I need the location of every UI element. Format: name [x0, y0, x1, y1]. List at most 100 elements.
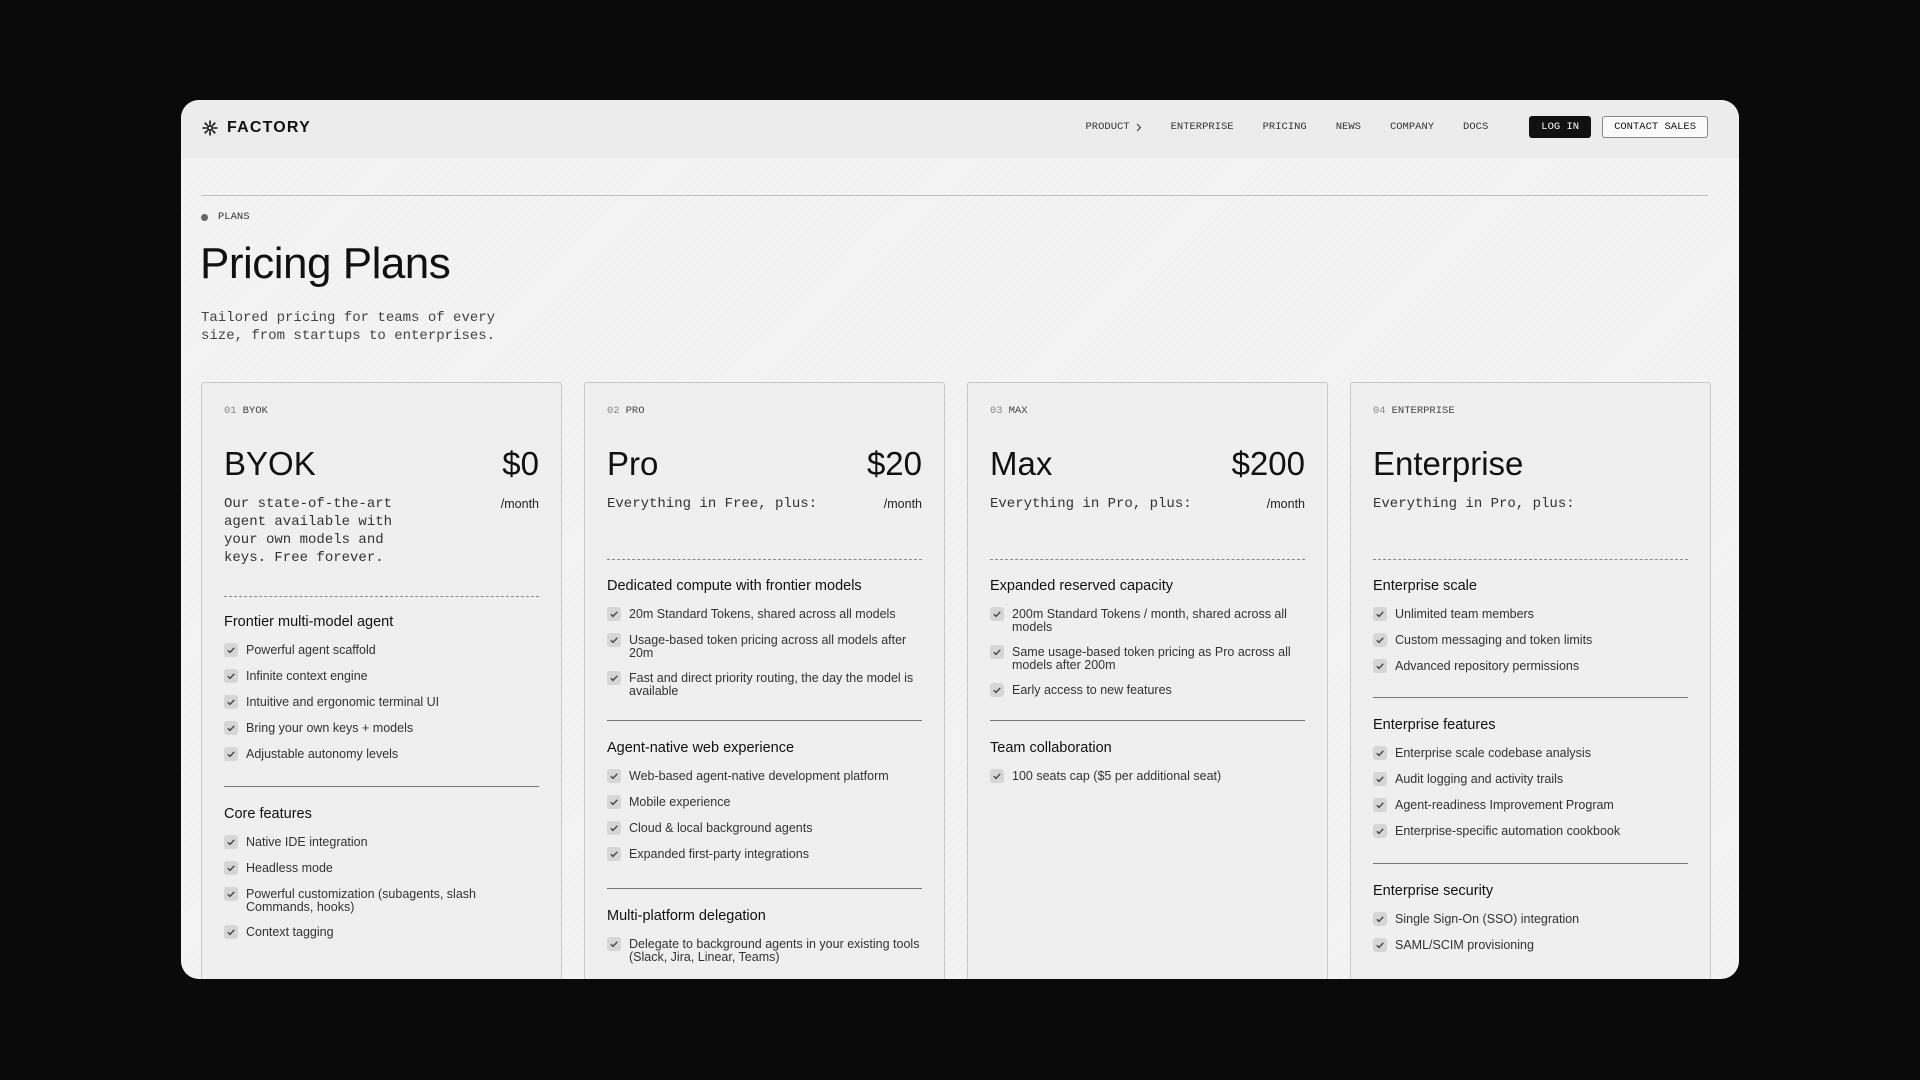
nav-pricing[interactable]: PRICING	[1263, 121, 1307, 133]
dashed-divider	[607, 559, 922, 560]
feature-text: Context tagging	[246, 925, 334, 939]
checkmark-icon	[607, 671, 621, 685]
checkmark-icon	[224, 861, 238, 875]
nav-docs[interactable]: DOCS	[1463, 121, 1488, 133]
plan-period: /month	[1266, 497, 1305, 511]
plan-name: Max	[990, 445, 1053, 482]
checkmark-icon	[224, 887, 238, 901]
nav-news[interactable]: NEWS	[1336, 121, 1361, 133]
contact-sales-button[interactable]: CONTACT SALES	[1602, 116, 1708, 138]
section-divider	[607, 720, 922, 721]
section-divider	[1373, 863, 1688, 864]
checkmark-icon	[1373, 938, 1387, 952]
section-divider	[990, 720, 1305, 721]
feature-item: Agent-readiness Improvement Program	[1373, 798, 1688, 812]
feature-section: Multi-platform delegation Delegate to bac…	[607, 908, 922, 976]
chevron-right-icon	[1136, 123, 1141, 131]
feature-text: Cloud & local background agents	[629, 821, 813, 835]
section-title: Expanded reserved capacity	[990, 578, 1173, 594]
checkmark-icon	[607, 795, 621, 809]
checkmark-icon	[224, 695, 238, 709]
feature-item: Unlimited team members	[1373, 607, 1688, 621]
checkmark-icon	[1373, 746, 1387, 760]
plan-description: Everything in Free, plus:	[607, 496, 818, 512]
feature-item: Headless mode	[224, 861, 539, 875]
feature-item: Fast and direct priority routing, the da…	[607, 671, 922, 697]
feature-text: Agent-readiness Improvement Program	[1395, 798, 1614, 812]
plan-price: $0	[502, 445, 539, 482]
feature-item: Cloud & local background agents	[607, 821, 922, 835]
plan-number: 03	[990, 405, 1003, 417]
feature-text: Adjustable autonomy levels	[246, 747, 399, 761]
feature-text: Enterprise scale codebase analysis	[1395, 746, 1591, 760]
feature-item: 20m Standard Tokens, shared across all m…	[607, 607, 922, 621]
feature-text: Delegate to background agents in your ex…	[629, 937, 920, 964]
checkmark-icon	[607, 847, 621, 861]
checkmark-icon	[1373, 659, 1387, 673]
feature-text: Powerful customization (subagents, slash…	[246, 887, 476, 914]
checkmark-icon	[990, 769, 1004, 783]
feature-item: Same usage-based token pricing as Pro ac…	[990, 645, 1305, 671]
dashed-divider	[224, 596, 539, 597]
section-divider	[607, 888, 922, 889]
checkmark-icon	[990, 607, 1004, 621]
feature-item: Single Sign-On (SSO) integration	[1373, 912, 1688, 926]
nav-product-label: PRODUCT	[1085, 121, 1130, 133]
section-title: Enterprise scale	[1373, 578, 1477, 594]
plan-tag-label: PRO	[625, 405, 645, 417]
feature-item: Usage-based token pricing across all mod…	[607, 633, 922, 660]
feature-text: Unlimited team members	[1395, 607, 1534, 621]
header-divider	[201, 195, 1708, 196]
checkmark-icon	[607, 821, 621, 835]
plan-tag: 03 MAX	[990, 405, 1028, 417]
nav-company[interactable]: COMPANY	[1390, 121, 1434, 133]
checkmark-icon	[1373, 912, 1387, 926]
feature-section: Frontier multi-model agent Powerful agent…	[224, 614, 539, 774]
plan-number: 04	[1373, 405, 1386, 417]
pricing-card-pro: 02 PRO Pro $20/month Everything in Free, plu…	[584, 382, 945, 979]
plan-tag: 02 PRO	[607, 405, 645, 417]
feature-item: 100 seats cap ($5 per additional seat)	[990, 769, 1305, 783]
feature-item: Early access to new features	[990, 683, 1305, 697]
plan-price: $200	[1231, 445, 1305, 482]
dashed-divider	[1373, 559, 1688, 560]
nav-product[interactable]: PRODUCT	[1085, 121, 1141, 133]
brand-logo[interactable]: FACTORY	[201, 119, 311, 137]
nav-enterprise[interactable]: ENTERPRISE	[1171, 121, 1234, 133]
section-title: Dedicated compute with frontier models	[607, 578, 862, 594]
checkmark-icon	[1373, 772, 1387, 786]
feature-text: Mobile experience	[629, 795, 731, 809]
feature-text: Usage-based token pricing across all mod…	[629, 633, 907, 660]
feature-item: Powerful agent scaffold	[224, 643, 539, 657]
feature-text: 200m Standard Tokens / month, shared acr…	[1012, 607, 1287, 634]
plan-tag: 04 ENTERPRISE	[1373, 405, 1455, 417]
feature-text: 100 seats cap ($5 per additional seat)	[1012, 769, 1222, 783]
plan-price: $20	[866, 445, 922, 482]
feature-item: 200m Standard Tokens / month, shared acr…	[990, 607, 1305, 634]
feature-item: Delegate to background agents in your ex…	[607, 937, 922, 964]
section-title: Core features	[224, 806, 312, 822]
feature-item: Advanced repository permissions	[1373, 659, 1688, 673]
feature-text: Web-based agent-native development platf…	[629, 769, 889, 783]
feature-item: Web-based agent-native development platf…	[607, 769, 922, 783]
plan-tag-label: BYOK	[242, 405, 268, 417]
checkmark-icon	[1373, 798, 1387, 812]
section-title: Enterprise security	[1373, 883, 1494, 899]
plan-name: Pro	[607, 445, 659, 482]
checkmark-icon	[607, 607, 621, 621]
section-title: Team collaboration	[990, 740, 1112, 756]
login-button[interactable]: LOG IN	[1529, 116, 1592, 138]
checkmark-icon	[224, 643, 238, 657]
section-title: Multi-platform delegation	[607, 908, 766, 924]
feature-text: 20m Standard Tokens, shared across all m…	[629, 607, 896, 621]
feature-text: Expanded first-party integrations	[629, 847, 809, 861]
feature-text: Powerful agent scaffold	[246, 643, 376, 657]
plan-name: BYOK	[224, 445, 316, 482]
plan-description: Everything in Pro, plus:	[1373, 496, 1575, 512]
checkmark-icon	[607, 937, 621, 951]
checkmark-icon	[1373, 607, 1387, 621]
section-divider	[224, 786, 539, 787]
feature-item: Enterprise scale codebase analysis	[1373, 746, 1688, 760]
checkmark-icon	[1373, 824, 1387, 838]
feature-text: Advanced repository permissions	[1395, 659, 1580, 673]
